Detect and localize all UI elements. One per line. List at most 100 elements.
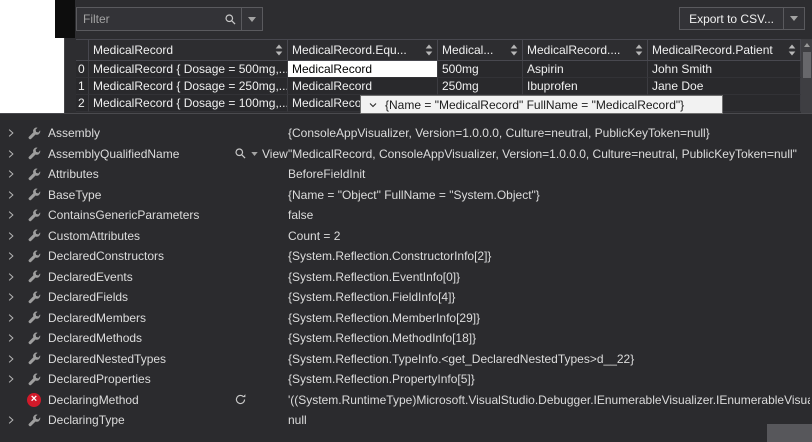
table-row[interactable]: 0 MedicalRecord { Dosage = 500mg,... Med… xyxy=(76,61,812,78)
filter-dropdown-caret-icon[interactable] xyxy=(242,17,262,22)
row-number-cell: 0 xyxy=(76,61,89,78)
column-header[interactable]: MedicalRecord xyxy=(89,40,288,60)
scroll-up-button[interactable] xyxy=(801,39,812,51)
refresh-button[interactable] xyxy=(234,393,247,406)
property-row[interactable]: DeclaredEvents {System.Reflection.EventI… xyxy=(0,267,812,288)
property-row[interactable]: DeclaredMembers {System.Reflection.Membe… xyxy=(0,308,812,329)
expand-chevron-icon[interactable] xyxy=(5,414,17,426)
datatip-header-text: {Name = "MedicalRecord" FullName = "Medi… xyxy=(385,98,684,112)
cell-medication[interactable]: Aspirin xyxy=(523,61,648,78)
property-row[interactable]: AssemblyQualifiedName View "MedicalRecor… xyxy=(0,144,812,165)
cell-patient[interactable]: John Smith xyxy=(648,61,801,78)
expand-chevron-icon[interactable] xyxy=(5,332,17,344)
scrollbar-thumb[interactable] xyxy=(803,52,811,78)
expand-chevron-icon[interactable] xyxy=(5,373,17,385)
cell-equ[interactable]: MedicalRecord xyxy=(288,78,438,95)
view-button-label: View xyxy=(262,147,288,161)
property-row[interactable]: DeclaringType null xyxy=(0,410,812,431)
property-value: "MedicalRecord, ConsoleAppVisualizer, Ve… xyxy=(288,147,810,161)
datatip-header[interactable]: {Name = "MedicalRecord" FullName = "Medi… xyxy=(360,95,723,114)
property-icon xyxy=(27,249,41,263)
property-row[interactable]: Assembly {ConsoleAppVisualizer, Version=… xyxy=(0,123,812,144)
property-value: {System.Reflection.PropertyInfo[5]} xyxy=(288,372,810,386)
cell-medicalrecord[interactable]: MedicalRecord { Dosage = 500mg,... xyxy=(89,61,288,78)
expand-chevron-icon[interactable] xyxy=(5,127,17,139)
property-value: false xyxy=(288,208,810,222)
table-row[interactable]: 1 MedicalRecord { Dosage = 250mg,... Med… xyxy=(76,78,812,95)
scroll-up-arrow-icon xyxy=(804,43,810,47)
column-header-rownum[interactable] xyxy=(76,40,89,60)
property-icon xyxy=(27,372,41,386)
column-header[interactable]: MedicalRecord.... xyxy=(523,40,648,60)
property-row[interactable]: DeclaredProperties {System.Reflection.Pr… xyxy=(0,369,812,390)
property-row[interactable]: CustomAttributes Count = 2 xyxy=(0,226,812,247)
expand-chevron-icon[interactable] xyxy=(5,312,17,324)
cell-dosage[interactable]: 500mg xyxy=(438,61,523,78)
export-dropdown-caret-icon[interactable] xyxy=(784,16,804,21)
property-icon xyxy=(27,413,41,427)
property-name: DeclaredNestedTypes xyxy=(48,352,166,366)
expand-chevron-icon[interactable] xyxy=(5,209,17,221)
column-header[interactable]: MedicalRecord.Equ... xyxy=(288,40,438,60)
property-value: {System.Reflection.EventInfo[0]} xyxy=(288,270,810,284)
property-row[interactable]: DeclaredMethods {System.Reflection.Metho… xyxy=(0,328,812,349)
export-label: Export to CSV... xyxy=(680,12,783,26)
property-row[interactable]: ContainsGenericParameters false xyxy=(0,205,812,226)
property-icon xyxy=(27,208,41,222)
property-row[interactable]: DeclaredConstructors {System.Reflection.… xyxy=(0,246,812,267)
export-to-csv-button[interactable]: Export to CSV... xyxy=(679,7,805,30)
row-number-cell: 2 xyxy=(76,95,89,112)
property-row[interactable]: DeclaredFields {System.Reflection.FieldI… xyxy=(0,287,812,308)
column-header[interactable]: MedicalRecord.Patient xyxy=(648,40,801,60)
property-row[interactable]: × DeclaringMethod '((System.RuntimeType)… xyxy=(0,390,812,411)
column-header-label: Medical... xyxy=(442,43,493,57)
collapse-chevron-icon[interactable] xyxy=(367,99,379,111)
cell-medicalrecord[interactable]: MedicalRecord { Dosage = 250mg,... xyxy=(89,78,288,95)
sort-icon xyxy=(788,44,796,56)
scrollbar-corner[interactable] xyxy=(767,424,812,442)
cell-patient[interactable]: Jane Doe xyxy=(648,78,801,95)
action-slot xyxy=(234,390,247,411)
filter-input[interactable] xyxy=(77,12,220,26)
property-icon xyxy=(27,126,41,140)
editor-fragment xyxy=(55,0,75,38)
property-icon xyxy=(27,290,41,304)
property-value: {Name = "Object" FullName = "System.Obje… xyxy=(288,188,810,202)
column-header[interactable]: Medical... xyxy=(438,40,523,60)
cell-medication[interactable]: Ibuprofen xyxy=(523,78,648,95)
column-header-label: MedicalRecord.... xyxy=(527,43,620,57)
cell-dosage[interactable]: 250mg xyxy=(438,78,523,95)
table-scrollbar[interactable] xyxy=(801,39,812,115)
expand-chevron-icon[interactable] xyxy=(5,271,17,283)
property-value: BeforeFieldInit xyxy=(288,167,810,181)
property-row[interactable]: DeclaredNestedTypes {System.Reflection.T… xyxy=(0,349,812,370)
property-icon xyxy=(27,311,41,325)
property-name: DeclaredProperties xyxy=(48,372,151,386)
expand-chevron-icon[interactable] xyxy=(5,168,17,180)
property-name: DeclaredConstructors xyxy=(48,249,164,263)
expand-chevron-icon[interactable] xyxy=(5,189,17,201)
property-icon xyxy=(27,167,41,181)
column-header-label: MedicalRecord.Equ... xyxy=(292,43,407,57)
property-row[interactable]: BaseType {Name = "Object" FullName = "Sy… xyxy=(0,185,812,206)
cell-equ[interactable]: MedicalRecord xyxy=(288,61,438,78)
expand-chevron-icon[interactable] xyxy=(5,353,17,365)
expand-chevron-icon[interactable] xyxy=(5,148,17,160)
view-dropdown-caret-icon xyxy=(251,152,258,156)
expand-chevron-icon[interactable] xyxy=(5,291,17,303)
search-icon[interactable] xyxy=(220,13,241,26)
property-value: {System.Reflection.TypeInfo.<get_Declare… xyxy=(288,352,810,366)
row-number-cell: 1 xyxy=(76,78,89,95)
cell-medicalrecord[interactable]: MedicalRecord { Dosage = 100mg,... xyxy=(89,95,288,112)
filter-box[interactable] xyxy=(76,7,263,31)
property-name: CustomAttributes xyxy=(48,229,140,243)
expand-chevron-icon[interactable] xyxy=(5,250,17,262)
expand-chevron-icon[interactable] xyxy=(5,230,17,242)
property-value: null xyxy=(288,413,810,427)
property-value: {System.Reflection.MethodInfo[18]} xyxy=(288,331,810,345)
table-header: MedicalRecord MedicalRecord.Equ... Medic… xyxy=(76,39,812,61)
property-value: {ConsoleAppVisualizer, Version=1.0.0.0, … xyxy=(288,126,810,140)
property-icon xyxy=(27,331,41,345)
property-row[interactable]: Attributes BeforeFieldInit xyxy=(0,164,812,185)
view-button[interactable]: View xyxy=(234,147,288,161)
